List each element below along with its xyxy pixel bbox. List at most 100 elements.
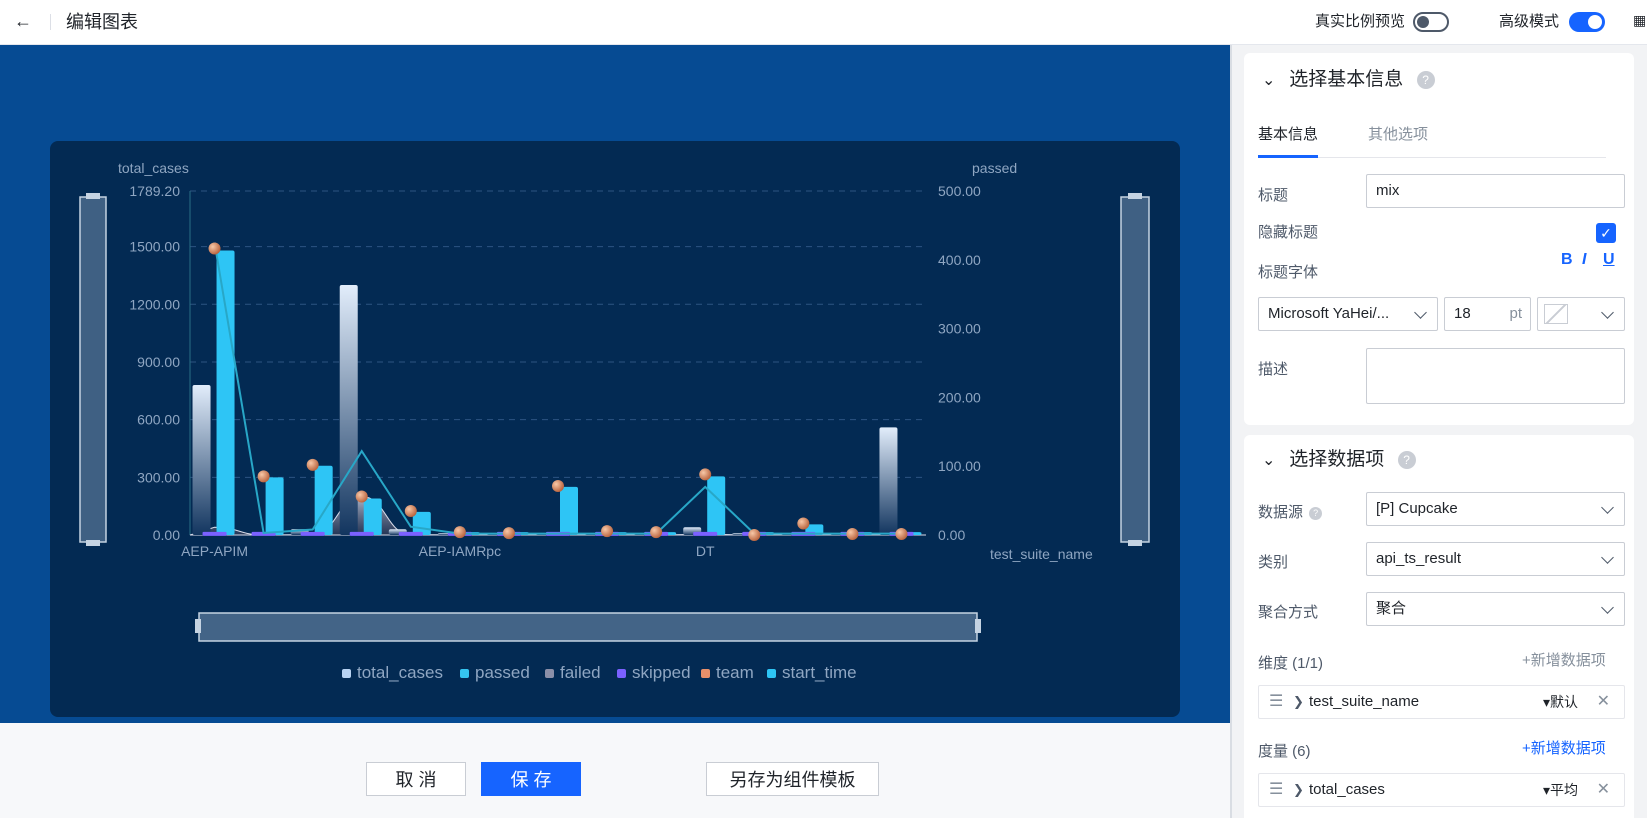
- add-measure-button[interactable]: +新增数据项: [1522, 739, 1606, 759]
- page-title: 编辑图表: [66, 12, 138, 32]
- right-zoom-handle-top[interactable]: [1128, 193, 1142, 199]
- skipped-marker[interactable]: [300, 531, 325, 536]
- legend-item[interactable]: start_time: [782, 663, 857, 682]
- basic-info-header[interactable]: ⌄ 选择基本信息 ?: [1262, 67, 1435, 94]
- team-point[interactable]: [404, 504, 417, 517]
- left-zoom-slider[interactable]: [79, 196, 107, 543]
- legend-swatch[interactable]: [460, 669, 469, 678]
- chevron-right-icon[interactable]: ❯: [1293, 686, 1304, 718]
- start-time-bar[interactable]: [216, 250, 235, 535]
- legend-swatch[interactable]: [617, 669, 626, 678]
- legend-swatch[interactable]: [767, 669, 776, 678]
- chevron-down-icon[interactable]: ⌄: [1262, 448, 1284, 474]
- legend-swatch[interactable]: [342, 669, 351, 678]
- description-textarea[interactable]: [1366, 348, 1625, 404]
- help-icon[interactable]: ?: [1309, 506, 1323, 520]
- drag-handle-icon[interactable]: ☰: [1269, 774, 1283, 806]
- team-point[interactable]: [797, 517, 810, 530]
- team-point[interactable]: [748, 529, 761, 541]
- skipped-marker[interactable]: [693, 531, 718, 536]
- datasource-value: [P] Cupcake: [1376, 500, 1458, 517]
- font-size-value: 18: [1454, 305, 1471, 322]
- skipped-marker[interactable]: [349, 531, 374, 536]
- team-point[interactable]: [453, 526, 466, 539]
- right-tick-label: 0.00: [938, 527, 965, 543]
- left-zoom-handle-top[interactable]: [86, 193, 100, 199]
- team-point[interactable]: [306, 458, 319, 471]
- right-zoom-handle-bottom[interactable]: [1128, 540, 1142, 546]
- underline-button[interactable]: U: [1603, 251, 1615, 269]
- legend-item[interactable]: passed: [475, 663, 530, 682]
- category-select[interactable]: api_ts_result: [1366, 542, 1625, 576]
- start-time-bar[interactable]: [707, 476, 726, 535]
- fullscreen-icon[interactable]: ▦: [1633, 12, 1647, 32]
- tab-other-options[interactable]: 其他选项: [1368, 125, 1428, 145]
- title-input[interactable]: mix: [1366, 174, 1625, 208]
- team-point[interactable]: [502, 527, 515, 540]
- drag-handle-icon[interactable]: ☰: [1269, 686, 1283, 718]
- save-button[interactable]: 保 存: [481, 762, 581, 796]
- bottom-zoom-handle-left[interactable]: [195, 619, 201, 633]
- skipped-marker[interactable]: [202, 531, 227, 536]
- tab-basic-info[interactable]: 基本信息: [1258, 125, 1318, 145]
- bottom-zoom-handle-right[interactable]: [975, 619, 981, 633]
- legend-item[interactable]: failed: [560, 663, 601, 682]
- aggregation-select[interactable]: 聚合: [1366, 592, 1625, 626]
- legend-swatch[interactable]: [545, 669, 554, 678]
- team-point[interactable]: [699, 468, 712, 481]
- category-value: api_ts_result: [1376, 550, 1462, 567]
- left-tick-label: 1200.00: [129, 296, 180, 312]
- team-point[interactable]: [895, 528, 908, 541]
- total-cases-bar[interactable]: [192, 385, 211, 535]
- add-dimension-button[interactable]: +新增数据项: [1522, 651, 1606, 671]
- dimension-item[interactable]: ☰ ❯ test_suite_name ▾默认 ✕: [1258, 685, 1625, 719]
- team-point[interactable]: [208, 242, 221, 255]
- start-time-bar[interactable]: [265, 477, 284, 535]
- left-zoom-handle-bottom[interactable]: [86, 540, 100, 546]
- total-cases-bar[interactable]: [879, 427, 898, 535]
- skipped-marker[interactable]: [398, 531, 423, 536]
- italic-button[interactable]: I: [1582, 251, 1586, 269]
- datasource-select[interactable]: [P] Cupcake: [1366, 492, 1625, 526]
- team-point[interactable]: [601, 525, 614, 538]
- data-items-header[interactable]: ⌄ 选择数据项 ?: [1262, 447, 1416, 474]
- help-icon[interactable]: ?: [1416, 70, 1435, 89]
- font-family-select[interactable]: Microsoft YaHei/...: [1258, 297, 1438, 331]
- right-tick-label: 100.00: [938, 458, 981, 474]
- measure-agg-select[interactable]: ▾平均: [1543, 774, 1578, 806]
- help-icon[interactable]: ?: [1397, 450, 1416, 469]
- start-time-bar[interactable]: [560, 486, 578, 535]
- font-color-select[interactable]: [1537, 297, 1625, 331]
- legend-item[interactable]: total_cases: [357, 663, 443, 682]
- team-point[interactable]: [257, 470, 270, 483]
- close-icon[interactable]: ✕: [1597, 686, 1610, 718]
- cancel-button[interactable]: 取 消: [366, 762, 466, 796]
- legend-swatch[interactable]: [701, 669, 710, 678]
- chevron-down-icon[interactable]: ⌄: [1262, 68, 1284, 94]
- top-bar: ← 编辑图表 真实比例预览 高级模式 ▦: [0, 0, 1647, 45]
- team-point[interactable]: [650, 526, 663, 539]
- start-time-bar[interactable]: [412, 511, 431, 535]
- hide-title-checkbox[interactable]: ✓: [1596, 223, 1616, 243]
- measure-item[interactable]: ☰ ❯ total_cases ▾平均 ✕: [1258, 773, 1625, 807]
- total-cases-bar[interactable]: [339, 285, 358, 535]
- team-point[interactable]: [552, 479, 564, 492]
- chevron-right-icon[interactable]: ❯: [1293, 774, 1304, 806]
- font-size-input[interactable]: 18 pt: [1444, 297, 1531, 331]
- save-as-template-button[interactable]: 另存为组件模板: [706, 762, 879, 796]
- team-point[interactable]: [846, 528, 859, 541]
- team-point[interactable]: [355, 490, 368, 503]
- right-zoom-slider[interactable]: [1120, 196, 1150, 543]
- bold-button[interactable]: B: [1561, 251, 1573, 269]
- bottom-zoom-slider[interactable]: [198, 612, 978, 642]
- legend-item[interactable]: team: [716, 663, 754, 682]
- advanced-mode-toggle[interactable]: [1569, 12, 1605, 32]
- back-arrow-icon[interactable]: ←: [14, 9, 38, 33]
- category-label: 类别: [1258, 554, 1289, 571]
- start-time-bar[interactable]: [363, 498, 382, 535]
- real-ratio-preview-toggle[interactable]: [1413, 12, 1449, 32]
- dimension-agg-select[interactable]: ▾默认: [1543, 686, 1578, 718]
- aggregation-value: 聚合: [1376, 600, 1407, 617]
- legend-item[interactable]: skipped: [632, 663, 691, 682]
- close-icon[interactable]: ✕: [1597, 774, 1610, 806]
